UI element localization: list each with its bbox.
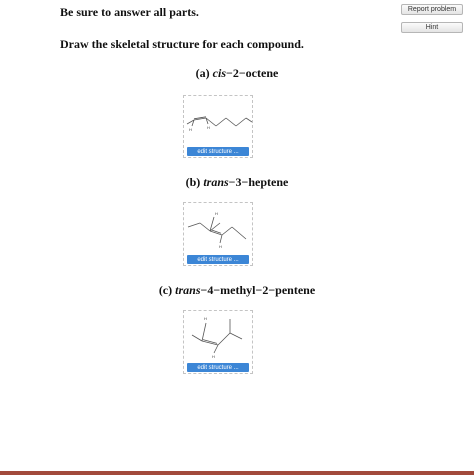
part-a-prefix: cis bbox=[212, 66, 226, 80]
part-c-label: (c) trans−4−methyl−2−pentene bbox=[0, 283, 474, 298]
footer-bar bbox=[0, 471, 474, 475]
edit-structure-button-c[interactable]: edit structure ... bbox=[187, 363, 249, 372]
h-atom-label: H bbox=[207, 125, 210, 130]
h-atom-label: H bbox=[219, 244, 222, 249]
part-a-name: −2−octene bbox=[226, 66, 279, 80]
part-a-letter: (a) bbox=[195, 66, 210, 80]
edit-structure-button-a[interactable]: edit structure ... bbox=[187, 147, 249, 156]
h-atom-label: H bbox=[189, 127, 192, 132]
instruction-text: Be sure to answer all parts. bbox=[60, 5, 199, 19]
part-c-prefix: trans bbox=[175, 283, 201, 297]
part-a-label: (a) cis−2−octene bbox=[0, 66, 474, 81]
report-problem-button[interactable]: Report problem bbox=[401, 4, 463, 15]
part-c-letter: (c) bbox=[158, 283, 173, 297]
edit-structure-button-b[interactable]: edit structure ... bbox=[187, 255, 249, 264]
h-atom-label: H bbox=[212, 354, 215, 359]
h-atom-label: H bbox=[215, 211, 218, 216]
part-b-letter: (b) bbox=[185, 175, 201, 189]
structure-box-c[interactable]: H H edit structure ... bbox=[183, 310, 253, 374]
h-atom-label: H bbox=[204, 316, 207, 321]
structure-box-a[interactable]: H H edit structure ... bbox=[183, 95, 253, 158]
part-b-label: (b) trans−3−heptene bbox=[0, 175, 474, 190]
hint-button[interactable]: Hint bbox=[401, 22, 463, 33]
structure-box-b[interactable]: H H edit structure ... bbox=[183, 202, 253, 266]
prompt-text: Draw the skeletal structure for each com… bbox=[60, 37, 304, 51]
part-c-name: −4−methyl−2−pentene bbox=[200, 283, 316, 297]
part-b-prefix: trans bbox=[203, 175, 229, 189]
part-b-name: −3−heptene bbox=[228, 175, 289, 189]
